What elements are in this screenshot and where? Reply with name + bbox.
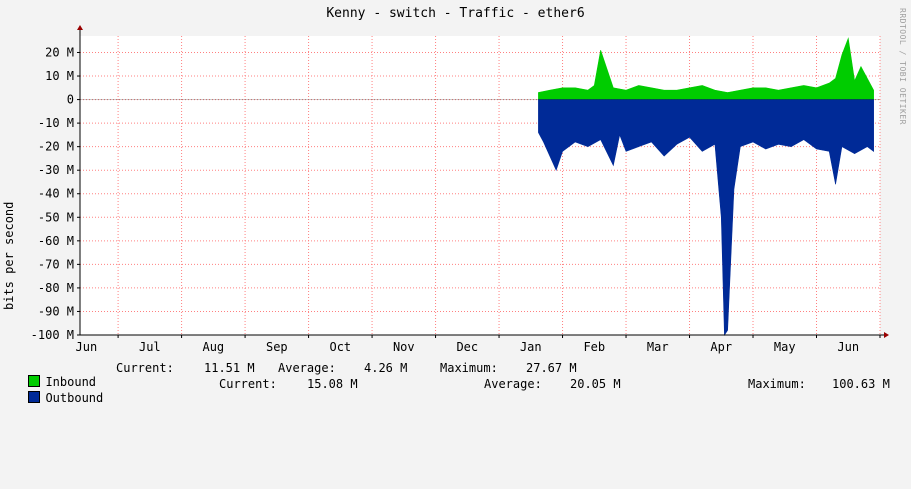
- y-axis-arrow: [77, 25, 83, 30]
- inbound-maximum-value: 27.67 M: [526, 361, 577, 375]
- y-tick-label: -70 M: [38, 257, 74, 271]
- y-tick-label: -60 M: [38, 234, 74, 248]
- x-tick-label: Aug: [202, 340, 224, 354]
- x-tick-label: Nov: [393, 340, 415, 354]
- y-tick-label: -80 M: [38, 281, 74, 295]
- x-tick-label: Mar: [647, 340, 669, 354]
- x-tick-label: Dec: [456, 340, 478, 354]
- inbound-average-value: 4.26 M: [364, 361, 408, 375]
- x-tick-label: Jun: [837, 340, 859, 354]
- inbound-current-label: Current:: [116, 361, 174, 375]
- y-tick-label: -100 M: [31, 328, 74, 342]
- y-tick-label: -90 M: [38, 304, 74, 318]
- legend-inbound: Inbound Current: 11.51 M Average: 4.26 M…: [14, 361, 577, 389]
- outbound-average-value: 20.05 M: [570, 377, 621, 391]
- x-tick-label: Jan: [520, 340, 542, 354]
- outbound-current-value: 15.08 M: [307, 377, 358, 391]
- y-tick-label: -30 M: [38, 163, 74, 177]
- inbound-current-value: 11.51 M: [204, 361, 255, 375]
- x-tick-label: Jul: [139, 340, 161, 354]
- inbound-average-label: Average:: [278, 361, 336, 375]
- y-tick-label: -50 M: [38, 210, 74, 224]
- legend-outbound: Outbound Current: 15.08 M Average: 20.05…: [14, 377, 890, 405]
- x-tick-label: Jun: [76, 340, 98, 354]
- x-tick-label: Sep: [266, 340, 288, 354]
- outbound-current-label: Current:: [219, 377, 277, 391]
- outbound-swatch: [28, 391, 41, 403]
- x-tick-label: Feb: [583, 340, 605, 354]
- x-tick-label: May: [774, 340, 796, 354]
- y-tick-labels: 20 M 10 M 0 -10 M -20 M -30 M -40 M -50 M -60 M -…: [31, 45, 74, 342]
- y-tick-label: -20 M: [38, 140, 74, 154]
- x-tick-labels: Jun Jul Aug Sep Oct Nov Dec Jan Feb Mar Apr May Jun: [76, 340, 860, 354]
- y-tick-label: 20 M: [45, 45, 74, 59]
- traffic-chart: 20 M 10 M 0 -10 M -20 M -30 M -40 M -50 M -60 M -…: [31, 25, 889, 354]
- x-axis-arrow: [884, 332, 889, 338]
- y-tick-label: -40 M: [38, 187, 74, 201]
- x-tick-label: Oct: [329, 340, 351, 354]
- y-tick-label: -10 M: [38, 116, 74, 130]
- y-tick-label: 10 M: [45, 69, 74, 83]
- inbound-maximum-label: Maximum:: [440, 361, 498, 375]
- plot-background: [80, 36, 880, 335]
- outbound-average-label: Average:: [484, 377, 542, 391]
- x-tick-label: Apr: [710, 340, 732, 354]
- outbound-maximum-value: 100.63 M: [832, 377, 890, 391]
- outbound-maximum-label: Maximum:: [748, 377, 806, 391]
- outbound-label: Outbound: [45, 391, 104, 405]
- y-tick-label: 0: [67, 93, 74, 107]
